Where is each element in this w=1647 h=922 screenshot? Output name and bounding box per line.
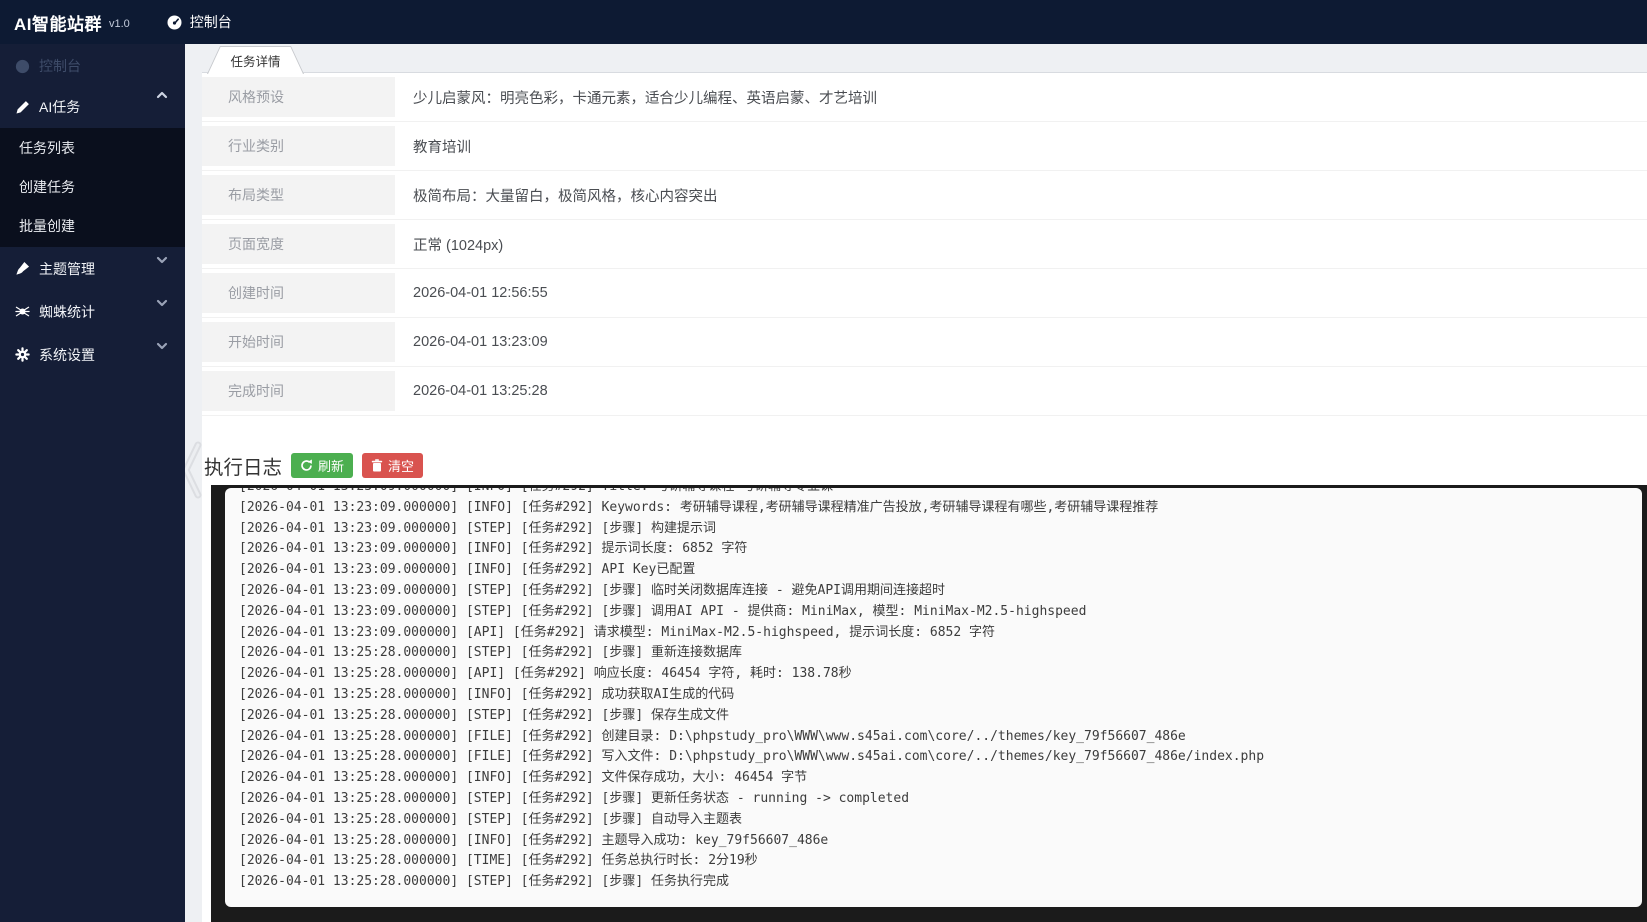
sidebar-item-console: 控制台 — [0, 46, 185, 86]
execution-log-title: 执行日志 — [204, 457, 283, 479]
execution-log-header: 执行日志 刷新 清空 — [204, 451, 424, 480]
topnav-console-label: 控制台 — [189, 14, 232, 30]
log-lines: [2026-04-01 13:23:09.000000] [INFO] [任务#… — [239, 488, 1642, 893]
table-row: 创建时间 2026-04-01 12:56:55 — [202, 269, 1647, 318]
gauge-icon — [166, 14, 183, 31]
row-label: 开始时间 — [202, 318, 395, 366]
top-bar: AI智能站群 v1.0 控制台 — [0, 0, 1647, 44]
sidebar-item-label: AI任务 — [39, 99, 81, 115]
table-row: 行业类别 教育培训 — [202, 122, 1647, 171]
tab-bar: 任务详情 — [202, 46, 1647, 73]
table-row: 开始时间 2026-04-01 13:23:09 — [202, 318, 1647, 367]
log-line: [2026-04-01 13:25:28.000000] [TIME] [任务#… — [239, 853, 758, 869]
row-label: 完成时间 — [202, 367, 395, 415]
sidebar-item-task-list[interactable]: 任务列表 — [0, 129, 185, 168]
execution-log-console: [2026-04-01 13:23:09.000000] [INFO] [任务#… — [211, 485, 1647, 922]
log-line: [2026-04-01 13:23:09.000000] [STEP] [任务#… — [239, 582, 945, 598]
trash-icon — [371, 459, 383, 472]
spider-icon — [14, 304, 30, 319]
execution-log-scroll-area[interactable]: [2026-04-01 13:23:09.000000] [INFO] [任务#… — [225, 488, 1642, 907]
log-line: [2026-04-01 13:25:28.000000] [INFO] [任务#… — [239, 686, 735, 702]
row-value: 极简布局：大量留白，极简风格，核心内容突出 — [413, 188, 718, 205]
table-row: 页面宽度 正常 (1024px) — [202, 220, 1647, 269]
sidebar-item-label: 主题管理 — [39, 260, 95, 277]
tab-task-details[interactable]: 任务详情 — [207, 46, 304, 74]
sidebar-item-label: 蜘蛛统计 — [39, 303, 95, 320]
log-line: [2026-04-01 13:23:09.000000] [INFO] [任务#… — [239, 488, 1642, 498]
brush-icon — [14, 261, 30, 276]
chevron-down-icon — [155, 339, 169, 356]
pencil-icon — [14, 100, 30, 115]
clear-button[interactable]: 清空 — [362, 453, 424, 478]
log-line: [2026-04-01 13:25:28.000000] [API] [任务#2… — [239, 666, 852, 682]
gauge-icon — [14, 59, 30, 74]
row-value: 教育培训 — [413, 139, 471, 156]
row-label: 行业类别 — [202, 122, 395, 170]
app-title: AI智能站群 — [14, 14, 102, 34]
log-line: [2026-04-01 13:25:28.000000] [STEP] [任务#… — [239, 790, 910, 806]
log-line: [2026-04-01 13:23:09.000000] [INFO] [任务#… — [239, 499, 1159, 515]
sidebar-item-spider-stats[interactable]: 蜘蛛统计 — [0, 290, 185, 333]
row-label: 布局类型 — [202, 171, 395, 219]
gear-icon — [14, 347, 30, 362]
refresh-icon — [300, 459, 313, 472]
topnav-console[interactable]: 控制台 — [166, 12, 232, 32]
sidebar-item-batch-create[interactable]: 批量创建 — [0, 207, 185, 246]
table-row: 布局类型 极简布局：大量留白，极简风格，核心内容突出 — [202, 171, 1647, 220]
sidebar-item-create-task[interactable]: 创建任务 — [0, 168, 185, 207]
sidebar-item-label: 控制台 — [39, 58, 81, 74]
row-label: 创建时间 — [202, 269, 395, 317]
log-line: [2026-04-01 13:23:09.000000] [API] [任务#2… — [239, 624, 995, 640]
log-line: [2026-04-01 13:25:28.000000] [STEP] [任务#… — [239, 811, 743, 827]
log-line: [2026-04-01 13:23:09.000000] [STEP] [任务#… — [239, 603, 1087, 619]
chevron-up-icon — [155, 88, 169, 105]
sidebar: 控制台 AI任务 任务列表 创建任务 批量创建 主题管理 蜘蛛统计 系统设置 — [0, 44, 185, 922]
chevron-down-icon — [155, 296, 169, 313]
sidebar-item-ai-tasks[interactable]: AI任务 — [0, 86, 185, 128]
log-line: [2026-04-01 13:23:09.000000] [INFO] [任务#… — [239, 562, 696, 578]
sidebar-item-system-settings[interactable]: 系统设置 — [0, 333, 185, 376]
app-version: v1.0 — [109, 18, 130, 30]
table-row: 风格预设 少儿启蒙风：明亮色彩，卡通元素，适合少儿编程、英语启蒙、才艺培训 — [202, 73, 1647, 122]
log-line: [2026-04-01 13:25:28.000000] [INFO] [任务#… — [239, 832, 829, 848]
log-line: [2026-04-01 13:23:09.000000] [STEP] [任务#… — [239, 520, 717, 536]
log-line: [2026-04-01 13:25:28.000000] [STEP] [任务#… — [239, 874, 730, 890]
tab-label: 任务详情 — [208, 47, 303, 74]
log-line: [2026-04-01 13:25:28.000000] [FILE] [任务#… — [239, 728, 1186, 744]
chevron-down-icon — [155, 253, 169, 270]
sidebar-item-theme-management[interactable]: 主题管理 — [0, 247, 185, 290]
refresh-button[interactable]: 刷新 — [291, 453, 354, 478]
row-value: 2026-04-01 12:56:55 — [413, 285, 548, 301]
row-label: 页面宽度 — [202, 220, 395, 268]
row-value: 2026-04-01 13:25:28 — [413, 383, 548, 399]
log-line: [2026-04-01 13:25:28.000000] [INFO] [任务#… — [239, 770, 808, 786]
row-value: 2026-04-01 13:23:09 — [413, 334, 548, 350]
log-line: [2026-04-01 13:25:28.000000] [STEP] [任务#… — [239, 645, 743, 661]
table-row: 完成时间 2026-04-01 13:25:28 — [202, 367, 1647, 416]
log-line: [2026-04-01 13:23:09.000000] [INFO] [任务#… — [239, 541, 748, 557]
sidebar-item-label: 系统设置 — [39, 346, 95, 363]
row-label: 风格预设 — [202, 73, 395, 121]
sidebar-submenu-ai-tasks: 任务列表 创建任务 批量创建 — [0, 128, 185, 247]
log-line: [2026-04-01 13:25:28.000000] [STEP] [任务#… — [239, 707, 730, 723]
row-value: 正常 (1024px) — [413, 237, 504, 254]
log-line: [2026-04-01 13:25:28.000000] [FILE] [任务#… — [239, 749, 1265, 765]
row-value: 少儿启蒙风：明亮色彩，卡通元素，适合少儿编程、英语启蒙、才艺培训 — [413, 90, 877, 107]
